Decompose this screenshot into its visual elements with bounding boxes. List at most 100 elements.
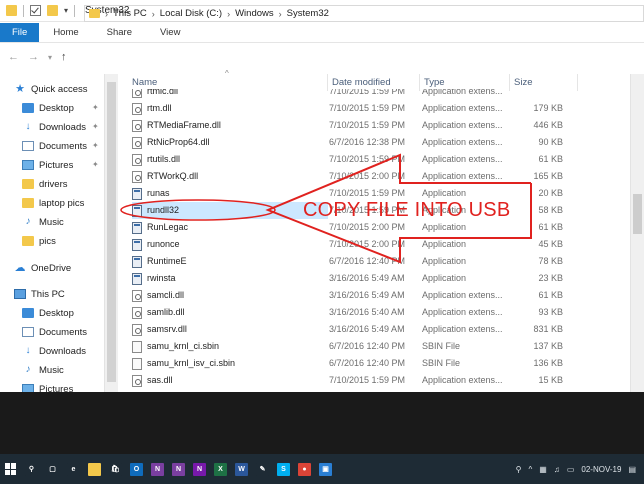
nav-item-pictures[interactable]: Pictures [22, 156, 73, 174]
file-name-cell[interactable]: samlib.dll [132, 304, 328, 321]
nav-item-pc-music[interactable]: ♪ Music [22, 361, 64, 379]
nav-item-this-pc[interactable]: This PC [14, 285, 65, 303]
file-name-cell[interactable]: sas.dll [132, 372, 328, 389]
address-bar[interactable]: › This PC › Local Disk (C:) › Windows › … [84, 5, 644, 22]
tab-view[interactable]: View [146, 23, 194, 42]
file-row[interactable]: RTMediaFrame.dll 7/10/2015 1:59 PM Applica… [128, 117, 578, 134]
taskbar-app-button[interactable]: W [231, 454, 252, 484]
file-row[interactable]: RTWorkQ.dll 7/10/2015 2:00 PM Application … [128, 168, 578, 185]
people-icon[interactable]: ⚲ [516, 465, 522, 474]
taskbar-app-button[interactable]: e [63, 454, 84, 484]
taskbar-app-button[interactable] [84, 454, 105, 484]
file-name-cell[interactable]: RunLegac [132, 219, 328, 236]
keyboard-icon[interactable]: ▭ [567, 465, 575, 474]
customize-toolbar-dropdown-icon[interactable]: ▾ [64, 6, 68, 15]
file-name-cell[interactable]: samsrv.dll [132, 321, 328, 338]
scrollbar-thumb[interactable] [633, 194, 642, 234]
pin-icon[interactable]: ✦ [92, 103, 99, 112]
file-name-cell[interactable]: rundll32 [132, 202, 328, 219]
file-row[interactable]: samu_krnl_ci.sbin 6/7/2016 12:40 PM SBIN F… [128, 338, 578, 355]
taskbar-app-button[interactable]: N [147, 454, 168, 484]
network-icon[interactable]: ▦ [539, 465, 547, 474]
nav-item-pc-desktop[interactable]: Desktop [22, 304, 74, 322]
file-row[interactable]: runonce 7/10/2015 2:00 PM Application 45 KB [128, 236, 578, 253]
breadcrumb-system32[interactable]: System32 [287, 8, 329, 19]
file-row[interactable]: sas.dll 7/10/2015 1:59 PM Application exte… [128, 372, 578, 389]
nav-item-pics[interactable]: pics [22, 232, 56, 250]
taskbar-app-button[interactable]: ▣ [315, 454, 336, 484]
taskbar-app-button[interactable]: X [210, 454, 231, 484]
file-name-cell[interactable]: rtutils.dll [132, 151, 328, 168]
taskbar-app-button[interactable]: O [126, 454, 147, 484]
nav-item-drivers[interactable]: drivers [22, 175, 68, 193]
clock-date[interactable]: 02-NOV-19 [581, 465, 621, 474]
tab-home[interactable]: Home [39, 23, 92, 42]
file-row[interactable]: rwinsta 3/16/2016 5:49 AM Application 23 KB [128, 270, 578, 287]
file-row[interactable]: samsrv.dll 3/16/2016 5:49 AM Application e… [128, 321, 578, 338]
navigation-scrollbar[interactable] [104, 74, 118, 392]
file-name-cell[interactable]: rtmic.dll [132, 89, 328, 100]
breadcrumb-local-disk[interactable]: Local Disk (C:) [160, 8, 222, 19]
taskbar-app-button[interactable]: ● [294, 454, 315, 484]
scrollbar-thumb[interactable] [107, 82, 116, 382]
nav-item-downloads[interactable]: ↓ Downloads [22, 118, 87, 136]
tab-share[interactable]: Share [93, 23, 146, 42]
file-name-cell[interactable]: rwinsta [132, 270, 328, 287]
notifications-icon[interactable]: ▤ [628, 465, 636, 474]
file-name-cell[interactable]: RuntimeE [132, 253, 328, 270]
nav-item-quick-access[interactable]: ★ Quick access [14, 80, 87, 98]
file-name-cell[interactable]: RTMediaFrame.dll [132, 117, 328, 134]
file-name-cell[interactable]: RTWorkQ.dll [132, 168, 328, 185]
file-name-cell[interactable]: rtm.dll [132, 100, 328, 117]
file-name-cell[interactable]: samu_krnl_ci.sbin [132, 338, 328, 355]
taskbar-app-button[interactable]: 🛍 [105, 454, 126, 484]
recent-locations-chevron-icon[interactable]: ▾ [48, 53, 52, 62]
nav-item-documents[interactable]: Documents [22, 137, 87, 155]
up-arrow-icon[interactable]: ↑ [61, 51, 67, 63]
file-row[interactable]: RuntimeE 6/7/2016 12:40 PM Application 78 K… [128, 253, 578, 270]
taskbar-app-button[interactable]: ✎ [252, 454, 273, 484]
file-size: 61 KB [538, 290, 563, 300]
nav-item-pc-downloads[interactable]: ↓ Downloads [22, 342, 87, 360]
nav-item-onedrive[interactable]: ☁ OneDrive [14, 259, 72, 277]
file-name-cell[interactable]: runas [132, 185, 328, 202]
tab-file[interactable]: File [0, 23, 40, 42]
file-name-cell[interactable]: samcli.dll [132, 287, 328, 304]
breadcrumb-this-pc[interactable]: This PC [113, 8, 147, 19]
file-row[interactable]: samcli.dll 3/16/2016 5:49 AM Application e… [128, 287, 578, 304]
pin-icon[interactable]: ✦ [92, 141, 99, 150]
taskbar-app-button[interactable]: S [273, 454, 294, 484]
taskbar-app-button[interactable]: N [168, 454, 189, 484]
taskbar-app-button[interactable]: ⚲ [21, 454, 42, 484]
file-name-cell[interactable]: samu_krnl_isv_ci.sbin [132, 355, 328, 372]
file-type: Application extens... [422, 307, 503, 317]
nav-item-laptop-pics[interactable]: laptop pics [22, 194, 84, 212]
file-row[interactable]: rtm.dll 7/10/2015 1:59 PM Application exte… [128, 100, 578, 117]
file-name-cell[interactable]: RtNicProp64.dll [132, 134, 328, 151]
nav-item-pc-pictures[interactable]: Pictures [22, 380, 73, 392]
pin-icon[interactable]: ✦ [92, 122, 99, 131]
computer-icon [14, 289, 26, 299]
file-row[interactable]: samu_krnl_isv_ci.sbin 6/7/2016 12:40 PM SB… [128, 355, 578, 372]
start-button[interactable] [0, 454, 21, 484]
file-row[interactable]: samlib.dll 3/16/2016 5:40 AM Application e… [128, 304, 578, 321]
file-name-cell[interactable]: runonce [132, 236, 328, 253]
file-row[interactable]: RtNicProp64.dll 6/7/2016 12:38 PM Applicat… [128, 134, 578, 151]
chevron-up-icon[interactable]: ^ [529, 465, 533, 474]
forward-arrow-icon[interactable]: → [28, 51, 39, 63]
breadcrumb-windows[interactable]: Windows [235, 8, 274, 19]
nav-item-pc-documents[interactable]: Documents [22, 323, 87, 341]
taskbar-app-button[interactable]: ▢ [42, 454, 63, 484]
nav-item-desktop[interactable]: Desktop [22, 99, 74, 117]
taskbar-app-button[interactable]: N [189, 454, 210, 484]
nav-item-music[interactable]: ♪ Music [22, 213, 64, 231]
new-folder-icon[interactable] [47, 5, 58, 16]
file-type: Application extens... [422, 89, 503, 96]
file-list-scrollbar[interactable] [630, 74, 644, 392]
back-arrow-icon[interactable]: ← [8, 51, 19, 63]
file-row[interactable]: rtmic.dll 7/10/2015 1:59 PM Application ex… [128, 89, 578, 100]
file-row[interactable]: rtutils.dll 7/10/2015 1:59 PM Application … [128, 151, 578, 168]
pin-icon[interactable]: ✦ [92, 160, 99, 169]
properties-checkbox-icon[interactable] [30, 5, 41, 16]
volume-icon[interactable]: ♫ [554, 465, 560, 474]
